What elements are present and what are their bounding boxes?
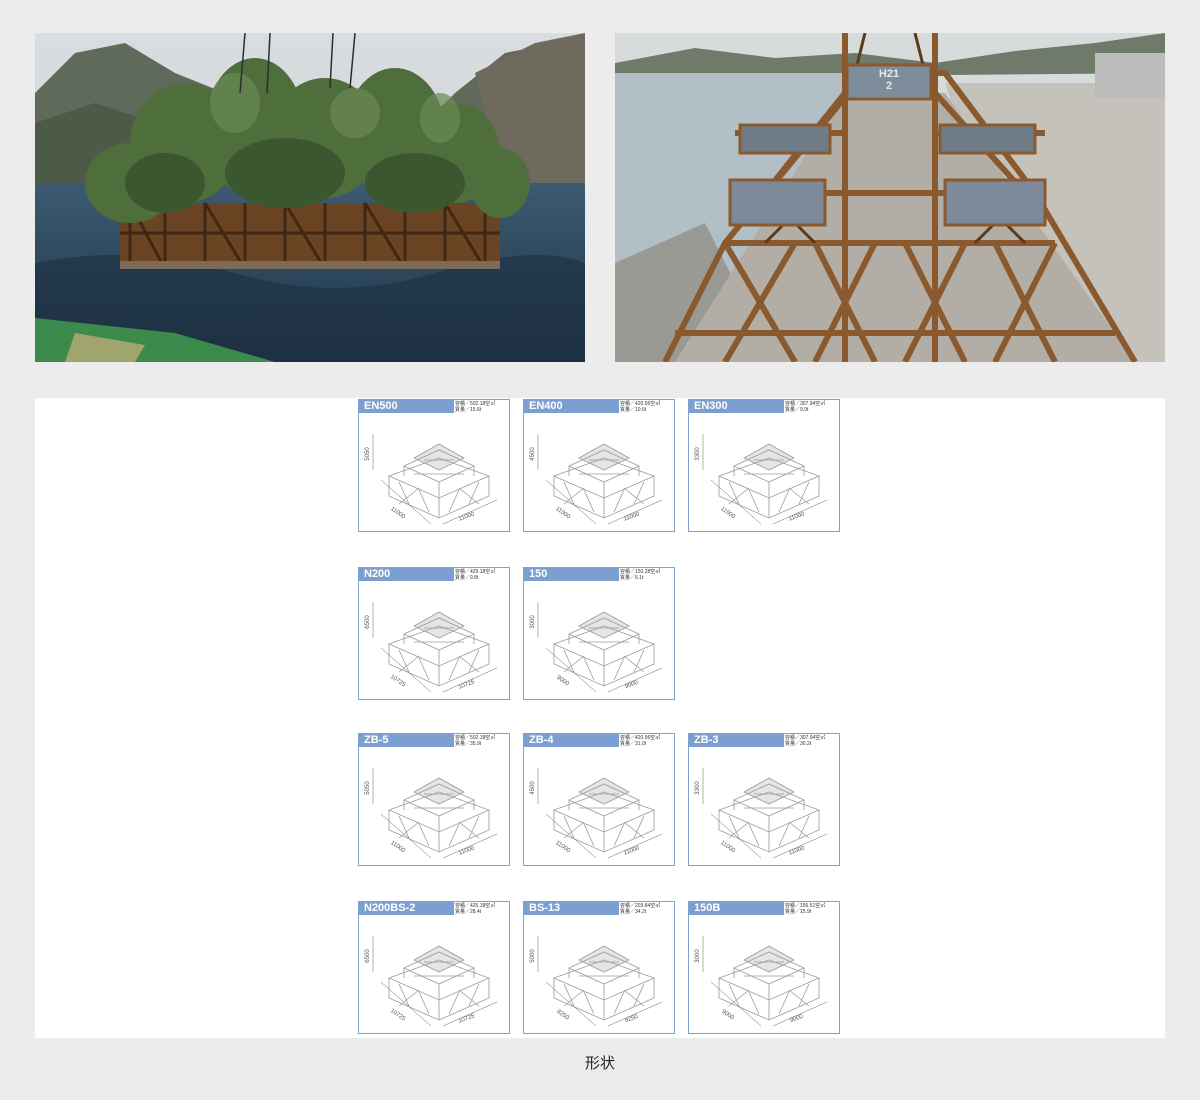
product-specs: 容積／502.18空㎥ 質量／15.6t xyxy=(455,401,509,413)
photo-steel-frame-structures: H21 2 xyxy=(615,33,1165,362)
product-name: EN400 xyxy=(524,400,619,413)
product-weight: 質量／28.4t xyxy=(455,909,482,915)
product-weight: 質量／10.6t xyxy=(620,407,647,413)
dimension-label: 3300 xyxy=(695,781,701,795)
product-weight: 質量／9.9t xyxy=(785,407,809,413)
product-weight: 質量／34.2t xyxy=(620,909,647,915)
product-structure-drawing: 9000 9000 3000 xyxy=(689,916,839,1033)
dimension-label: 10725 xyxy=(389,1008,407,1023)
product-structure-drawing: 11000 11000 3300 xyxy=(689,414,839,531)
product-name: N200 xyxy=(359,568,454,581)
product-card: N200BS-2 容積／425.18空㎥ 質量／28.4t 10725 10725 650… xyxy=(358,901,510,1034)
dimension-label: 5050 xyxy=(365,447,371,461)
product-specs: 容積／307.94空㎥ 質量／30.2t xyxy=(785,735,839,747)
dimension-label: 11000 xyxy=(458,511,476,522)
product-structure-drawing: 11000 11000 5050 xyxy=(359,748,509,865)
product-name: EN300 xyxy=(689,400,784,413)
dimension-label: 11000 xyxy=(719,506,736,521)
product-card: 150 容積／150.28空㎥ 質量／6.1t 9000 9000 3000 xyxy=(523,567,675,700)
photo-reef-with-trees xyxy=(35,33,585,362)
dimension-label: 3300 xyxy=(695,447,701,461)
dimension-label: 9000 xyxy=(555,675,570,688)
figure-caption: 形状 xyxy=(584,1055,615,1072)
dimension-label: 10725 xyxy=(458,679,476,691)
product-structure-drawing: 10725 10725 6500 xyxy=(359,916,509,1033)
dimension-label: 11000 xyxy=(719,840,736,855)
dimension-label: 11000 xyxy=(788,845,806,856)
product-name: 150 xyxy=(524,568,619,581)
product-specs: 容積／420.56空㎥ 質量／31.0t xyxy=(620,735,674,747)
product-structure-drawing: 11000 11000 4500 xyxy=(524,748,674,865)
dimension-label: 8250 xyxy=(555,1009,570,1022)
product-card: BS-13 容積／203.84空㎥ 質量／34.2t 8250 8250 5000 xyxy=(523,901,675,1034)
product-structure-drawing: 9000 9000 3000 xyxy=(524,582,674,699)
product-weight: 質量／15.6t xyxy=(455,407,482,413)
dimension-label: 11000 xyxy=(554,840,571,855)
product-card: N200 容積／425.18空㎥ 質量／9.8t 10725 10725 6500 xyxy=(358,567,510,700)
product-card: EN400 容積／420.56空㎥ 質量／10.6t 11000 11000 4500 xyxy=(523,399,675,532)
product-card: EN500 容積／502.18空㎥ 質量／15.6t 11000 11000 5050 xyxy=(358,399,510,532)
product-specs: 容積／203.84空㎥ 質量／34.2t xyxy=(620,903,674,915)
dimension-label: 11000 xyxy=(389,840,406,855)
dimension-label: 5050 xyxy=(365,781,371,795)
dimension-label: 10725 xyxy=(389,674,407,689)
dimension-label: 11000 xyxy=(389,506,406,521)
product-specs: 容積／420.56空㎥ 質量／10.6t xyxy=(620,401,674,413)
dimension-label: 5000 xyxy=(530,949,536,963)
dimension-label: 9000 xyxy=(624,680,639,690)
dimension-label: 4500 xyxy=(530,781,536,795)
product-name: BS-13 xyxy=(524,902,619,915)
product-shapes-panel: EN500 容積／502.18空㎥ 質量／15.6t 11000 11000 5050 EN… xyxy=(35,398,1165,1038)
plate-label-line2: 2 xyxy=(886,80,892,92)
dimension-label: 11000 xyxy=(623,511,641,522)
product-weight: 質量／31.0t xyxy=(620,741,647,747)
product-card: ZB-3 容積／307.94空㎥ 質量／30.2t 11000 11000 3300 xyxy=(688,733,840,866)
dimension-label: 3000 xyxy=(530,615,536,629)
dimension-label: 11000 xyxy=(788,511,806,522)
product-name: ZB-4 xyxy=(524,734,619,747)
product-specs: 容積／425.18空㎥ 質量／9.8t xyxy=(455,569,509,581)
product-weight: 質量／15.9t xyxy=(785,909,812,915)
product-name: N200BS-2 xyxy=(359,902,454,915)
dimension-label: 11000 xyxy=(458,845,476,856)
product-specs: 容積／150.28空㎥ 質量／6.1t xyxy=(620,569,674,581)
product-name: EN500 xyxy=(359,400,454,413)
dimension-label: 10725 xyxy=(458,1013,476,1025)
product-card: EN300 容積／307.94空㎥ 質量／9.9t 11000 11000 3300 xyxy=(688,399,840,532)
dimension-label: 11000 xyxy=(623,845,641,856)
product-specs: 容積／307.94空㎥ 質量／9.9t xyxy=(785,401,839,413)
product-specs: 容積／156.51空㎥ 質量／15.9t xyxy=(785,903,839,915)
product-weight: 質量／9.8t xyxy=(455,575,479,581)
dimension-label: 4500 xyxy=(530,447,536,461)
product-name: 150B xyxy=(689,902,784,915)
dimension-label: 6500 xyxy=(365,949,371,963)
product-weight: 質量／6.1t xyxy=(620,575,644,581)
product-name: ZB-5 xyxy=(359,734,454,747)
product-card: ZB-4 容積／420.56空㎥ 質量／31.0t 11000 11000 4500 xyxy=(523,733,675,866)
product-structure-drawing: 8250 8250 5000 xyxy=(524,916,674,1033)
dimension-label: 11000 xyxy=(554,506,571,521)
product-card: ZB-5 容積／502.18空㎥ 質量／35.9t 11000 11000 5050 xyxy=(358,733,510,866)
product-structure-drawing: 11000 11000 4500 xyxy=(524,414,674,531)
dimension-label: 3000 xyxy=(695,949,701,963)
product-weight: 質量／30.2t xyxy=(785,741,812,747)
plate-label-line1: H21 xyxy=(879,68,899,80)
dimension-label: 9000 xyxy=(720,1009,735,1022)
product-weight: 質量／35.9t xyxy=(455,741,482,747)
dimension-label: 6500 xyxy=(365,615,371,629)
product-card: 150B 容積／156.51空㎥ 質量／15.9t 9000 9000 3000 xyxy=(688,901,840,1034)
product-structure-drawing: 11000 11000 3300 xyxy=(689,748,839,865)
product-specs: 容積／502.18空㎥ 質量／35.9t xyxy=(455,735,509,747)
dimension-label: 9000 xyxy=(789,1014,804,1024)
product-name: ZB-3 xyxy=(689,734,784,747)
dimension-label: 8250 xyxy=(624,1014,639,1024)
product-structure-drawing: 10725 10725 6500 xyxy=(359,582,509,699)
product-structure-drawing: 11000 11000 5050 xyxy=(359,414,509,531)
product-specs: 容積／425.18空㎥ 質量／28.4t xyxy=(455,903,509,915)
